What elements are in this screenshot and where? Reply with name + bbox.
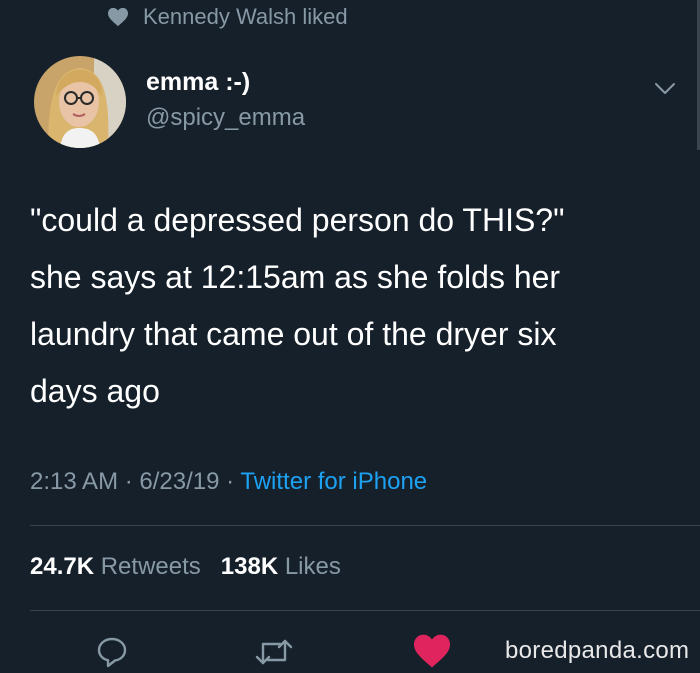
display-name[interactable]: emma :-)	[146, 68, 250, 97]
tweet-date: 6/23/19	[139, 468, 220, 495]
likes-label: Likes	[284, 553, 341, 580]
meta-separator: ·	[124, 468, 133, 495]
divider	[30, 610, 700, 611]
likes-count: 138K	[220, 553, 279, 580]
avatar[interactable]	[34, 56, 126, 148]
handle[interactable]: @spicy_emma	[146, 104, 305, 132]
retweet-icon[interactable]	[254, 635, 294, 669]
divider	[30, 525, 700, 526]
tweet-meta: 2:13 AM · 6/23/19 · Twitter for iPhone	[30, 468, 427, 496]
liked-by-text: Kennedy Walsh liked	[143, 4, 348, 29]
meta-separator: ·	[226, 468, 235, 495]
like-heart-icon[interactable]	[412, 633, 452, 669]
retweets-label: Retweets	[100, 553, 201, 580]
liked-context: Kennedy Walsh liked	[107, 2, 348, 32]
tweet-stats: 24.7K Retweets 138K Likes	[30, 553, 341, 581]
retweets-count: 24.7K	[30, 553, 95, 580]
chevron-down-icon[interactable]	[653, 80, 677, 98]
watermark: boredpanda.com	[505, 637, 690, 664]
tweet-time: 2:13 AM	[30, 468, 119, 495]
reply-icon[interactable]	[95, 635, 129, 669]
tweet-text: "could a depressed person do THIS?" she …	[30, 202, 565, 409]
retweets-stat[interactable]: 24.7K Retweets	[30, 553, 201, 580]
heart-icon	[108, 7, 128, 27]
tweet-source-link[interactable]: Twitter for iPhone	[240, 468, 427, 495]
avatar-photo	[34, 56, 126, 148]
likes-stat[interactable]: 138K Likes	[221, 553, 341, 580]
